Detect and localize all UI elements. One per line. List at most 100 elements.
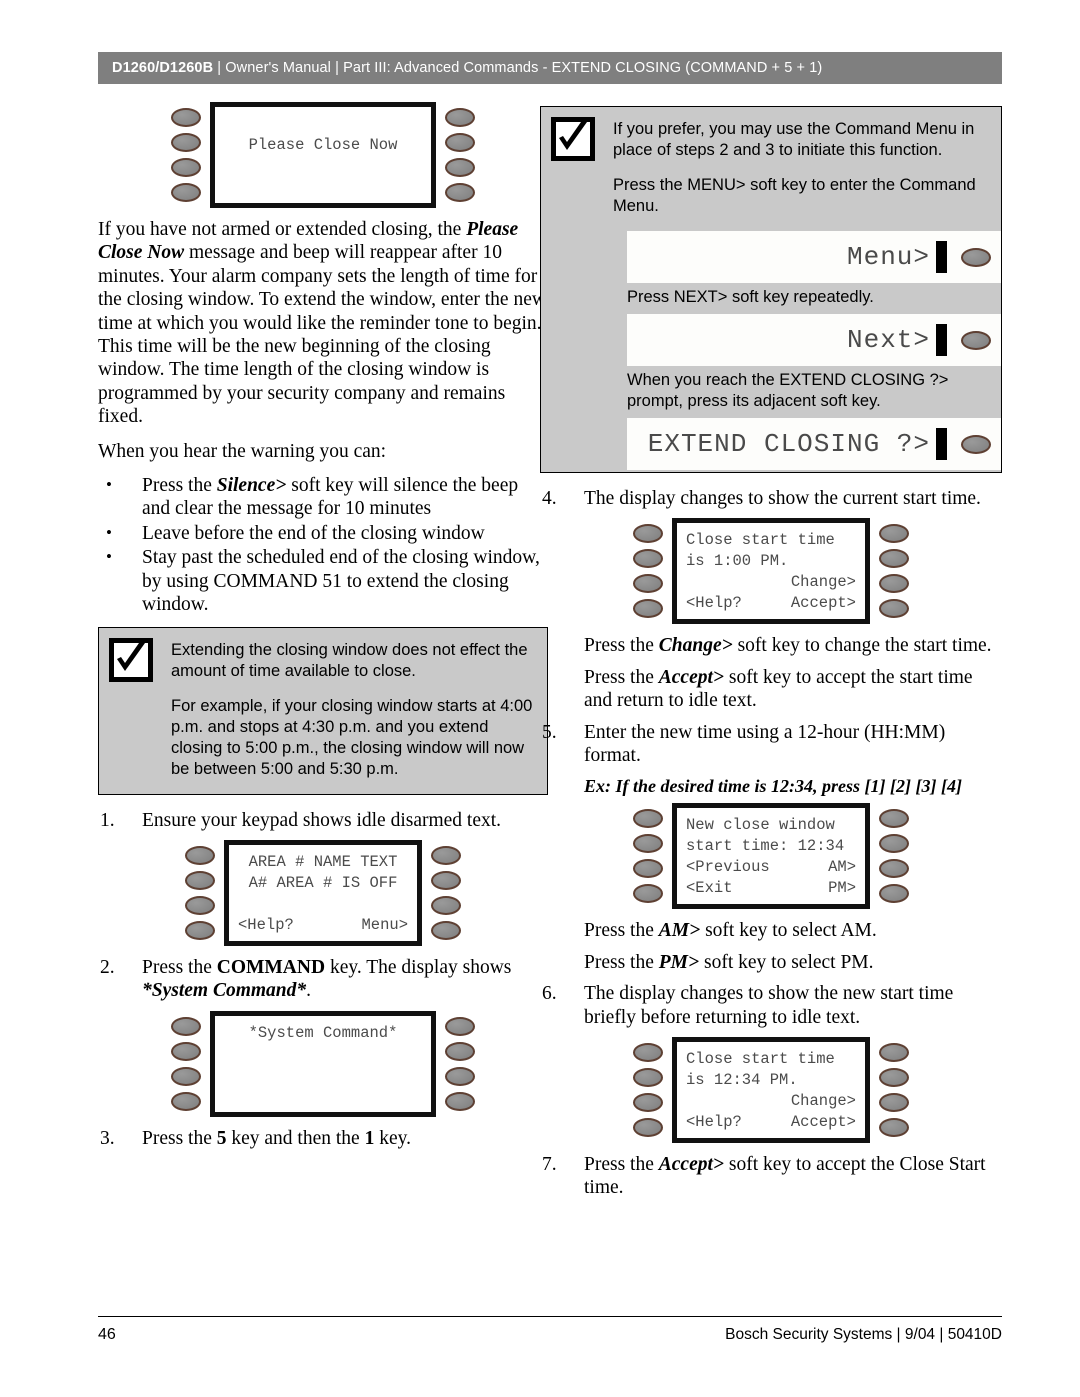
softkey-button[interactable] [431, 870, 461, 890]
softkey-button[interactable] [879, 549, 909, 569]
softkey-button[interactable] [961, 330, 991, 350]
softkey-button[interactable] [633, 524, 663, 544]
softkey-button[interactable] [961, 247, 991, 267]
softkey-button[interactable] [633, 859, 663, 879]
lcd-softkey-accept: Accept> [790, 594, 856, 613]
softkey-button[interactable] [171, 183, 201, 202]
softkey-button[interactable] [961, 434, 991, 454]
step-number: 3. [100, 1127, 115, 1149]
softkey-button[interactable] [633, 1068, 663, 1088]
softkey-button[interactable] [633, 599, 663, 619]
softkey-button[interactable] [445, 1041, 475, 1061]
keypad-figure-new-start-time: Close start time is 12:34 PM. Change> <H… [540, 1037, 1002, 1144]
softkey-button[interactable] [633, 809, 663, 829]
example-line: Ex: If the desired time is 12:34, press … [540, 775, 1002, 797]
softkey-button[interactable] [171, 1041, 201, 1061]
lcd-line-1: Close start time [686, 1050, 835, 1069]
softkey-button[interactable] [633, 884, 663, 904]
softkey-button[interactable] [445, 1091, 475, 1111]
softkey-button[interactable] [171, 158, 201, 177]
step-text-pre: Press the [142, 1127, 217, 1149]
softkey-button[interactable] [879, 1093, 909, 1113]
emphasis-system-command: *System Command* [142, 980, 307, 1002]
keypad-left-buttons [633, 809, 663, 904]
keypad-right-buttons [879, 1043, 909, 1138]
softkey-button[interactable] [879, 834, 909, 854]
softkey-button[interactable] [171, 108, 201, 127]
header-subtitle: | Owner's Manual | Part III: Advanced Co… [213, 60, 823, 76]
paragraph-warning-lead-in: When you hear the warning you can: [98, 440, 387, 462]
softkey-button[interactable] [879, 859, 909, 879]
lcd-cursor-block [936, 428, 947, 460]
bullet-pre: Leave before the end of the closing wind… [142, 522, 485, 544]
emphasis-accept-softkey: Accept> [658, 666, 725, 688]
note-paragraph-4: When you reach the EXTEND CLOSING ?> pro… [627, 371, 949, 410]
softkey-button[interactable] [879, 884, 909, 904]
softkey-button[interactable] [431, 895, 461, 915]
lcd-line-2: A# AREA # IS OFF [248, 873, 398, 892]
softkey-button[interactable] [445, 158, 475, 177]
sub-pre: Press the [584, 951, 659, 973]
lcd-line-3: <Previous AM> [686, 857, 856, 878]
softkey-button[interactable] [185, 870, 215, 890]
softkey-button[interactable] [185, 845, 215, 865]
list-item: Stay past the scheduled end of the closi… [98, 545, 548, 616]
keypad-lcd-screen: Close start time is 1:00 PM. Change> <He… [672, 518, 870, 625]
softkey-button[interactable] [633, 1093, 663, 1113]
softkey-button[interactable] [171, 1091, 201, 1111]
lcd-softkey-exit: <Exit [686, 879, 733, 898]
softkey-button[interactable] [171, 1066, 201, 1086]
softkey-button[interactable] [171, 133, 201, 152]
softkey-button[interactable] [445, 183, 475, 202]
sub-pre: Press the [584, 920, 659, 942]
softkey-button[interactable] [431, 845, 461, 865]
softkey-button[interactable] [633, 834, 663, 854]
lcd-softkey-pm: PM> [828, 879, 856, 898]
emphasis-change-softkey: Change> [658, 635, 733, 657]
softkey-button[interactable] [879, 1068, 909, 1088]
bullet-pre: Stay past the scheduled end of the closi… [142, 547, 540, 616]
para-text-c: message and beep will reappear after 10 … [98, 242, 546, 428]
keypad-lcd-screen: New close window start time: 12:34 <Prev… [672, 803, 870, 910]
emphasis-pm-softkey: PM> [658, 951, 700, 973]
step-text-post: . [306, 980, 312, 1002]
lcd-line-1: Close start time [686, 531, 835, 550]
step-2: 2. Press the COMMAND key. The display sho… [98, 956, 548, 1003]
softkey-button[interactable] [879, 809, 909, 829]
softkey-button[interactable] [879, 1118, 909, 1138]
lcd-line-1: *System Command* [248, 1023, 398, 1042]
sub-post: soft key to select PM. [699, 951, 874, 973]
lcd-softkey-help: <Help? [686, 594, 742, 613]
softkey-button[interactable] [879, 599, 909, 619]
softkey-button[interactable] [445, 1066, 475, 1086]
softkey-button[interactable] [445, 1016, 475, 1036]
softkey-button[interactable] [431, 920, 461, 940]
step-number: 1. [100, 809, 115, 831]
right-column: If you prefer, you may use the Command M… [540, 96, 1002, 1208]
substep-accept-softkey: Press the Accept> soft key to accept the… [540, 666, 1002, 713]
lcd-softkey-am: AM> [828, 858, 856, 877]
page-header-title: D1260/D1260B | Owner's Manual | Part III… [98, 60, 822, 76]
lcd-softkey-help: <Help? [238, 915, 294, 934]
softkey-button[interactable] [171, 1016, 201, 1036]
softkey-button[interactable] [879, 524, 909, 544]
softkey-button[interactable] [633, 1043, 663, 1063]
checkmark-box-icon [109, 637, 153, 682]
softkey-button[interactable] [879, 1043, 909, 1063]
keypad-figure-please-close-now: Please Close Now [98, 102, 548, 208]
lcd-softkey-menu: Menu> [361, 915, 408, 934]
softkey-button[interactable] [185, 895, 215, 915]
softkey-button[interactable] [633, 1118, 663, 1138]
step-number: 2. [100, 956, 115, 978]
note-inner: Extending the closing window does not ef… [99, 628, 547, 794]
note-text-extend: When you reach the EXTEND CLOSING ?> pro… [541, 366, 1001, 418]
lcd-line-2: is 1:00 PM. [686, 552, 789, 571]
softkey-button[interactable] [185, 920, 215, 940]
softkey-button[interactable] [633, 574, 663, 594]
softkey-button[interactable] [633, 549, 663, 569]
softkey-button[interactable] [879, 574, 909, 594]
substep-am-softkey: Press the AM> soft key to select AM. [540, 919, 1002, 942]
softkey-button[interactable] [445, 108, 475, 127]
lcd-line-blank [224, 114, 422, 135]
softkey-button[interactable] [445, 133, 475, 152]
